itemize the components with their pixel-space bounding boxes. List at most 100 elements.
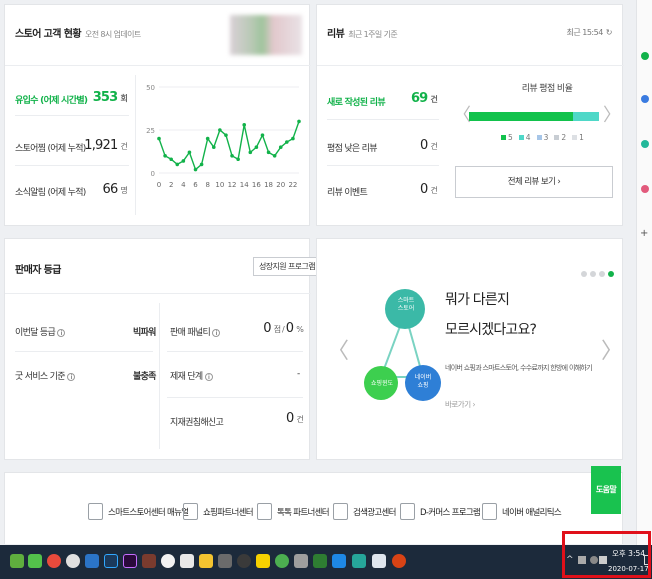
chevron-left-icon[interactable]: 〈 [327, 333, 349, 365]
data-point[interactable] [242, 123, 247, 127]
footer-link-analytics[interactable]: 네이버 애널리틱스 [482, 503, 562, 520]
ip-report-value[interactable]: 0건 [255, 411, 304, 426]
sanction-label[interactable]: 제재 단계 i [170, 369, 213, 382]
all-reviews-button[interactable]: 전체 리뷰 보기 › [455, 166, 613, 198]
taskbar-app-icon[interactable] [123, 554, 137, 568]
stat-value-new-reviews[interactable]: 69 건 [387, 91, 438, 106]
taskbar-app-icon[interactable] [199, 554, 213, 568]
taskbar-app-icon[interactable] [313, 554, 327, 568]
grade-value[interactable]: 빅파워 [133, 325, 156, 338]
data-point[interactable] [187, 150, 192, 155]
stat-value-visits[interactable]: 353 회 [75, 90, 128, 105]
stat-value-store-fav[interactable]: 1,921 건 [75, 138, 128, 153]
data-point[interactable] [211, 145, 216, 149]
stat-label-review-event[interactable]: 리뷰 이벤트 [327, 185, 368, 198]
taskbar-app-icon[interactable] [256, 554, 270, 568]
chevron-right-icon[interactable]: 〉 [603, 101, 621, 127]
taskbar-app-icon[interactable] [352, 554, 366, 568]
data-point[interactable] [278, 145, 283, 149]
good-service-value[interactable]: 불충족 [133, 369, 156, 382]
stat-value-notify[interactable]: 66 명 [75, 182, 127, 197]
info-icon[interactable]: i [212, 329, 221, 337]
ip-report-label[interactable]: 지재권침해신고 [170, 415, 224, 428]
data-point[interactable] [236, 157, 240, 162]
info-icon[interactable]: i [57, 329, 66, 337]
taskbar-app-icon[interactable] [47, 554, 61, 568]
carousel-dot[interactable] [581, 271, 587, 277]
side-icon-teal[interactable] [641, 140, 649, 148]
promo-banner[interactable]: 〈 〉 스마트 스토어 쇼핑윈도 네이버 쇼핑 뭐가 다른지 모르시겠다고요? … [316, 238, 623, 460]
data-point[interactable] [285, 140, 289, 144]
data-point[interactable] [193, 167, 198, 172]
review-updated[interactable]: 최근 15:54 ↻ [566, 27, 612, 38]
side-icon-green[interactable] [641, 52, 649, 60]
taskbar-app-icon[interactable] [237, 554, 251, 568]
legend-swatch [554, 135, 560, 140]
data-point[interactable] [224, 133, 228, 137]
card-title: 스토어 고객 현황 오전 8시 업데이트 [15, 29, 141, 40]
data-point[interactable] [169, 157, 173, 162]
taskbar-app-icon[interactable] [294, 554, 308, 568]
taskbar-app-icon[interactable] [161, 554, 175, 568]
taskbar-app-icon[interactable] [104, 554, 118, 568]
taskbar-app-icon[interactable] [180, 554, 194, 568]
data-point[interactable] [297, 119, 301, 124]
refresh-icon[interactable]: ↻ [606, 28, 613, 37]
carousel-dot[interactable] [599, 271, 605, 277]
taskbar-app-icon[interactable] [85, 554, 99, 568]
data-point[interactable] [254, 145, 259, 149]
x-tick-label: 10 [215, 181, 224, 189]
data-point[interactable] [260, 133, 265, 137]
help-button[interactable]: 도움말 [591, 466, 621, 514]
data-point[interactable] [248, 150, 253, 155]
taskbar-app-icon[interactable] [275, 554, 289, 568]
footer-link-shopping-partner[interactable]: 쇼핑파트너센터 [183, 503, 254, 520]
stat-label-low-reviews[interactable]: 평점 낮은 리뷰 [327, 141, 378, 154]
data-point[interactable] [218, 128, 222, 132]
taskbar-app-icon[interactable] [142, 554, 156, 568]
penalty-value[interactable]: 0점 / 0% [235, 321, 304, 336]
footer-link-talktalk[interactable]: 톡톡 파트너센터 [257, 503, 330, 520]
taskbar-app-icon[interactable] [392, 554, 406, 568]
x-tick-label: 18 [264, 181, 273, 189]
footer-link-search-ad[interactable]: 검색광고센터 [333, 503, 396, 520]
side-icon-blue[interactable] [641, 95, 649, 103]
taskbar-app-icon[interactable] [28, 554, 42, 568]
carousel-dot-active[interactable] [608, 271, 614, 277]
chevron-right-icon[interactable]: 〉 [601, 333, 623, 365]
data-point[interactable] [181, 159, 186, 163]
data-point[interactable] [199, 162, 204, 167]
data-point[interactable] [157, 136, 161, 141]
taskbar-app-icon[interactable] [218, 554, 232, 568]
taskbar-app-icon[interactable] [10, 554, 24, 568]
promo-link[interactable]: 바로가기 › [445, 399, 475, 410]
stat-label-new-reviews[interactable]: 새로 작성된 리뷰 [327, 95, 386, 108]
stat-value-low-reviews[interactable]: 0건 [387, 138, 438, 153]
taskbar-app-icon[interactable] [332, 554, 346, 568]
data-point[interactable] [266, 150, 271, 155]
good-service-label[interactable]: 굿 서비스 기준 i [15, 369, 75, 382]
penalty-label[interactable]: 판매 패널티 i [170, 325, 221, 338]
stat-value-review-event[interactable]: 0건 [387, 182, 438, 197]
taskbar-app-icon[interactable] [372, 554, 386, 568]
side-icon-pink[interactable] [641, 185, 649, 193]
manual-icon [88, 503, 103, 520]
plus-icon[interactable]: + [640, 228, 648, 239]
taskbar-app-icon[interactable] [66, 554, 80, 568]
series-line [158, 121, 300, 171]
windows-taskbar: ^ 오후 3:54 2020-07-17 [0, 545, 652, 579]
data-point[interactable] [291, 136, 295, 141]
growth-program-button[interactable]: 성장지원 프로그램 › [253, 257, 326, 276]
footer-link-dcommerce[interactable]: D-커머스 프로그램 [400, 503, 481, 520]
carousel-dot[interactable] [590, 271, 596, 277]
data-point[interactable] [175, 162, 180, 167]
review-card: 리뷰 최근 1주일 기준 최근 15:54 ↻ 새로 작성된 리뷰 69 건 평점 낮… [316, 4, 624, 226]
grade-label[interactable]: 이번달 등급 i [15, 325, 66, 338]
info-icon[interactable]: i [204, 373, 213, 381]
info-icon[interactable]: i [66, 373, 75, 381]
data-point[interactable] [230, 154, 234, 158]
data-point[interactable] [205, 136, 210, 141]
data-point[interactable] [272, 154, 277, 158]
footer-link-manual[interactable]: 스마트스토어센터 매뉴얼 [88, 503, 189, 520]
data-point[interactable] [163, 154, 167, 158]
